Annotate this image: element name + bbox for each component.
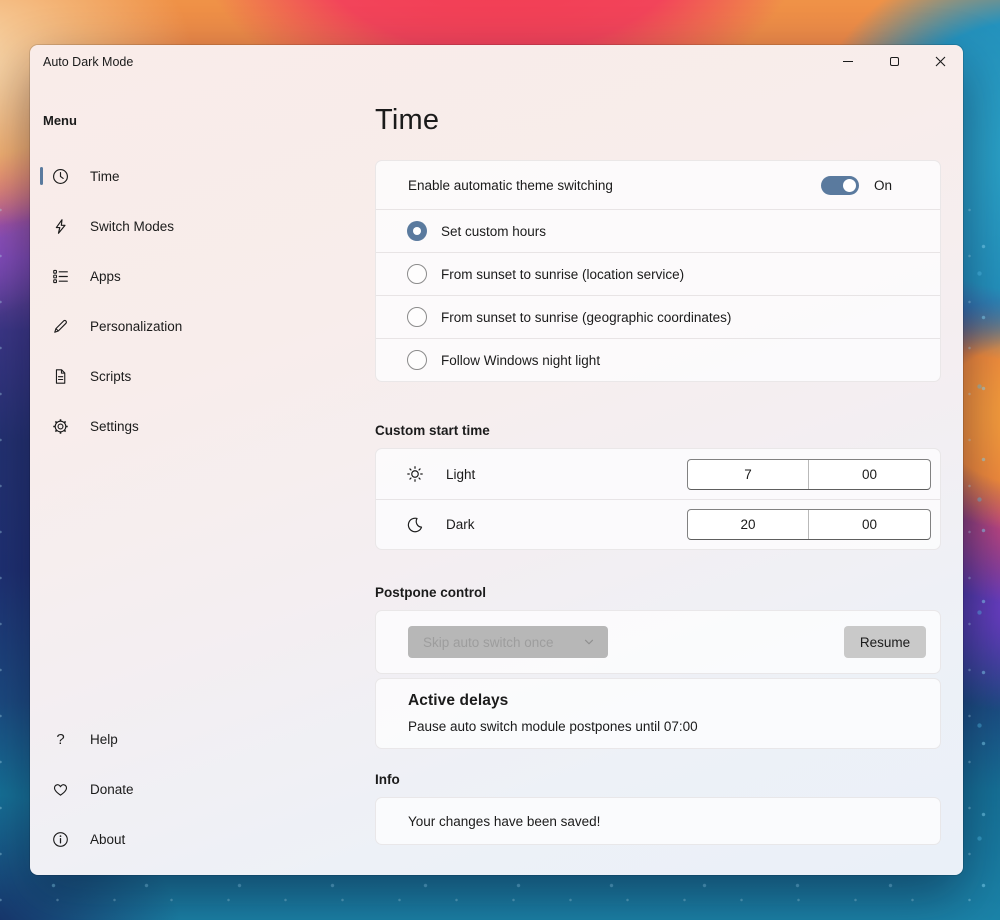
- sidebar-item-label: Apps: [90, 269, 121, 284]
- dropdown-value: Skip auto switch once: [423, 635, 582, 650]
- radio-icon: [407, 221, 427, 241]
- dark-label: Dark: [446, 517, 475, 532]
- toggle-knob: [843, 179, 856, 192]
- info-heading: Info: [375, 772, 941, 787]
- radio-label: From sunset to sunrise (geographic coord…: [441, 310, 731, 325]
- info-card: Your changes have been saved!: [375, 797, 941, 845]
- sidebar-item-donate[interactable]: Donate: [35, 764, 365, 814]
- dark-minute-input[interactable]: [809, 510, 930, 539]
- info-message: Your changes have been saved!: [408, 814, 600, 829]
- theme-switching-toggle[interactable]: [821, 176, 859, 195]
- radio-sunset-location-service[interactable]: From sunset to sunrise (location service…: [376, 252, 940, 295]
- radio-follow-night-light[interactable]: Follow Windows night light: [376, 338, 940, 381]
- selection-indicator: [40, 167, 43, 185]
- sidebar-item-time[interactable]: Time: [35, 151, 365, 201]
- radio-label: From sunset to sunrise (location service…: [441, 267, 684, 282]
- sidebar-item-label: Settings: [90, 419, 139, 434]
- sidebar-item-scripts[interactable]: Scripts: [35, 351, 365, 401]
- sidebar-item-help[interactable]: ? Help: [35, 714, 365, 764]
- radio-sunset-geographic-coordinates[interactable]: From sunset to sunrise (geographic coord…: [376, 295, 940, 338]
- light-hour-input[interactable]: [688, 460, 809, 489]
- resume-button[interactable]: Resume: [844, 626, 926, 658]
- document-icon: [52, 368, 69, 385]
- window-title: Auto Dark Mode: [43, 55, 133, 69]
- custom-start-time-heading: Custom start time: [375, 423, 941, 438]
- active-delays-title: Active delays: [408, 692, 908, 710]
- dark-hour-input[interactable]: [688, 510, 809, 539]
- sidebar-item-settings[interactable]: Settings: [35, 401, 365, 451]
- apps-list-icon: [52, 268, 69, 285]
- radio-set-custom-hours[interactable]: Set custom hours: [376, 209, 940, 252]
- radio-icon: [407, 264, 427, 284]
- custom-start-time-card: Light Dark: [375, 448, 941, 550]
- sidebar-item-label: Personalization: [90, 319, 182, 334]
- heart-icon: [52, 781, 69, 798]
- page-title: Time: [375, 103, 941, 137]
- question-icon: ?: [52, 731, 69, 748]
- theme-switching-card: Enable automatic theme switching On Set …: [375, 160, 941, 382]
- dark-time-inputs: [687, 509, 931, 540]
- light-minute-input[interactable]: [809, 460, 930, 489]
- gear-icon: [52, 418, 69, 435]
- postpone-row: Skip auto switch once Resume: [376, 611, 940, 673]
- sidebar-item-label: Time: [90, 169, 120, 184]
- brush-icon: [52, 318, 69, 335]
- toggle-state-label: On: [874, 178, 892, 193]
- main-content: Time Enable automatic theme switching On…: [375, 45, 941, 845]
- sidebar-item-personalization[interactable]: Personalization: [35, 301, 365, 351]
- enable-switching-label: Enable automatic theme switching: [408, 178, 613, 193]
- skip-switch-dropdown[interactable]: Skip auto switch once: [408, 626, 608, 658]
- sidebar-footer: ? Help Donate About: [35, 714, 365, 864]
- light-time-inputs: [687, 459, 931, 490]
- sidebar-item-label: Scripts: [90, 369, 131, 384]
- sidebar-item-label: Help: [90, 732, 118, 747]
- chevron-down-icon: [582, 635, 596, 649]
- sidebar-item-label: Donate: [90, 782, 134, 797]
- moon-icon: [406, 516, 424, 534]
- sidebar-item-apps[interactable]: Apps: [35, 251, 365, 301]
- active-delays-card: Active delays Pause auto switch module p…: [375, 678, 941, 749]
- sidebar-item-switch-modes[interactable]: Switch Modes: [35, 201, 365, 251]
- clock-icon: [52, 168, 69, 185]
- radio-label: Set custom hours: [441, 224, 546, 239]
- sidebar-item-label: Switch Modes: [90, 219, 174, 234]
- postpone-control-heading: Postpone control: [375, 585, 941, 600]
- sidebar-nav: Time Switch Modes Apps Personalization S…: [35, 151, 365, 451]
- sidebar-item-about[interactable]: About: [35, 814, 365, 864]
- sidebar-item-label: About: [90, 832, 125, 847]
- radio-label: Follow Windows night light: [441, 353, 600, 368]
- enable-switching-row: Enable automatic theme switching On: [376, 161, 940, 209]
- app-window: Auto Dark Mode Menu Time Switch Modes Ap…: [30, 45, 963, 875]
- light-label: Light: [446, 467, 475, 482]
- sun-icon: [406, 465, 424, 483]
- active-delays-text: Pause auto switch module postpones until…: [408, 719, 908, 734]
- light-time-row: Light: [376, 449, 940, 499]
- lightning-icon: [52, 218, 69, 235]
- radio-icon: [407, 307, 427, 327]
- info-icon: [52, 831, 69, 848]
- menu-heading: Menu: [43, 113, 77, 128]
- postpone-card: Skip auto switch once Resume: [375, 610, 941, 674]
- dark-time-row: Dark: [376, 499, 940, 549]
- radio-icon: [407, 350, 427, 370]
